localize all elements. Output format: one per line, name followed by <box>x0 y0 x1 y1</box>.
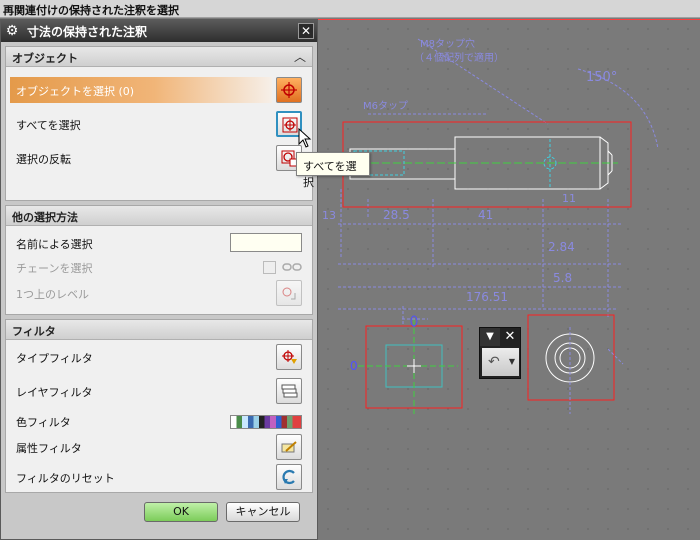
chain-icon <box>282 263 302 271</box>
section-other-label: 他の選択方法 <box>12 211 78 224</box>
drawing-canvas[interactable]: M8タップ穴 （４個配列で適用） 150° M6タップ 28.5 41 2.84… <box>318 19 700 540</box>
level-up-button[interactable] <box>276 280 302 306</box>
chevron-up-icon[interactable]: ︿ <box>292 48 308 64</box>
select-all-label: すべてを選択 <box>16 119 81 132</box>
reset-filter-button[interactable] <box>276 464 302 490</box>
gear-icon[interactable]: ⚙ <box>3 22 21 40</box>
row-reset-filter: フィルタのリセット <box>6 462 312 492</box>
section-other: 他の選択方法 名前による選択 チェーンを選択 1つ上のレベル <box>5 205 313 315</box>
select-chain-label: チェーンを選択 <box>16 262 93 275</box>
chevron-down-icon[interactable]: ▼ <box>509 357 515 366</box>
crosshair-icon <box>281 82 297 98</box>
type-filter-label: タイプフィルタ <box>16 352 93 365</box>
select-object-button[interactable] <box>276 77 302 103</box>
section-filter-header[interactable]: フィルタ <box>6 320 312 340</box>
note-thread-top: M8タップ穴 <box>420 37 475 50</box>
note-angle: 150° <box>586 70 617 85</box>
select-object-label: オブジェクトを選択 (0) <box>16 85 135 98</box>
attribute-filter-button[interactable] <box>276 434 302 460</box>
select-all-icon <box>282 117 298 133</box>
tooltip: すべてを選択 <box>296 152 370 189</box>
attribute-filter-label: 属性フィルタ <box>16 442 82 455</box>
dim-13: 13 <box>322 209 336 222</box>
undo-icon: ↶ <box>488 354 500 370</box>
row-select-object[interactable]: オブジェクトを選択 (0) <box>6 75 312 105</box>
level-up-icon <box>282 287 296 300</box>
color-filter-label: 色フィルタ <box>16 416 71 429</box>
row-level-up: 1つ上のレベル <box>6 278 312 308</box>
toolbar-dropdown-icon[interactable]: ▼ <box>480 328 500 346</box>
layer-filter-label: レイヤフィルタ <box>16 386 93 399</box>
section-object-header[interactable]: オブジェクト ︿ <box>6 47 312 67</box>
select-by-name-label: 名前による選択 <box>16 238 93 251</box>
layers-icon <box>281 384 298 398</box>
pencil-icon <box>281 441 297 453</box>
row-select-all[interactable]: すべてを選択 <box>6 109 312 139</box>
section-other-header[interactable]: 他の選択方法 <box>6 206 312 226</box>
level-up-label: 1つ上のレベル <box>16 288 89 301</box>
annotation-dialog: ⚙ 寸法の保持された注釈 ✕ オブジェクト ︿ オブジェクトを選択 (0) すべ… <box>0 19 318 540</box>
reset-filter-label: フィルタのリセット <box>16 472 115 485</box>
mouse-cursor <box>298 128 312 148</box>
type-filter-icon <box>282 350 297 364</box>
cancel-button[interactable]: キャンセル <box>226 502 300 522</box>
dim-41: 41 <box>478 208 493 222</box>
name-input[interactable] <box>230 233 302 252</box>
ok-button[interactable]: OK <box>144 502 218 522</box>
section-object: オブジェクト ︿ オブジェクトを選択 (0) すべてを選択 選択の反転 <box>5 46 313 201</box>
section-filter-label: フィルタ <box>12 325 56 338</box>
dialog-titlebar[interactable]: ⚙ 寸法の保持された注釈 ✕ <box>1 20 317 42</box>
dim-0: 0 <box>350 359 358 373</box>
row-layer-filter: レイヤフィルタ <box>6 376 312 406</box>
dim-28-5: 28.5 <box>383 208 410 222</box>
dialog-title: 寸法の保持された注釈 <box>27 24 148 39</box>
section-object-label: オブジェクト <box>12 52 78 65</box>
dim-176-51: 176.51 <box>466 290 508 304</box>
dim-2-84: 2.84 <box>548 240 575 254</box>
dim-11: 11 <box>562 192 576 205</box>
status-text: 再関連付けの保持された注釈を選択 <box>3 4 179 17</box>
row-attribute-filter: 属性フィルタ <box>6 432 312 462</box>
drawing-sheet: M8タップ穴 （４個配列で適用） 150° M6タップ 28.5 41 2.84… <box>322 37 659 414</box>
invert-selection-label: 選択の反転 <box>16 153 71 166</box>
row-invert-selection[interactable]: 選択の反転 <box>6 143 312 173</box>
section-filter: フィルタ タイプフィルタ レイヤフィルタ 色フィルタ 属性フィルタ フィルタのリ… <box>5 319 313 493</box>
type-filter-button[interactable] <box>276 344 302 370</box>
status-bar: 再関連付けの保持された注釈を選択 <box>0 0 700 18</box>
chain-checkbox[interactable] <box>263 261 276 274</box>
layer-filter-button[interactable] <box>276 378 302 404</box>
close-icon[interactable]: ✕ <box>298 23 314 39</box>
color-filter-swatch[interactable] <box>230 415 302 429</box>
row-type-filter: タイプフィルタ <box>6 342 312 372</box>
dim-5-8: 5.8 <box>553 271 572 285</box>
note-thread-top2: （４個配列で適用） <box>414 51 504 64</box>
undo-button[interactable]: ↶ ▼ <box>482 348 519 376</box>
floating-toolbar: ▼ ✕ ↶ ▼ <box>479 327 521 379</box>
note-thread-left: M6タップ <box>363 100 408 112</box>
reset-arrow-icon <box>282 469 295 485</box>
toolbar-close-icon[interactable]: ✕ <box>500 328 520 346</box>
